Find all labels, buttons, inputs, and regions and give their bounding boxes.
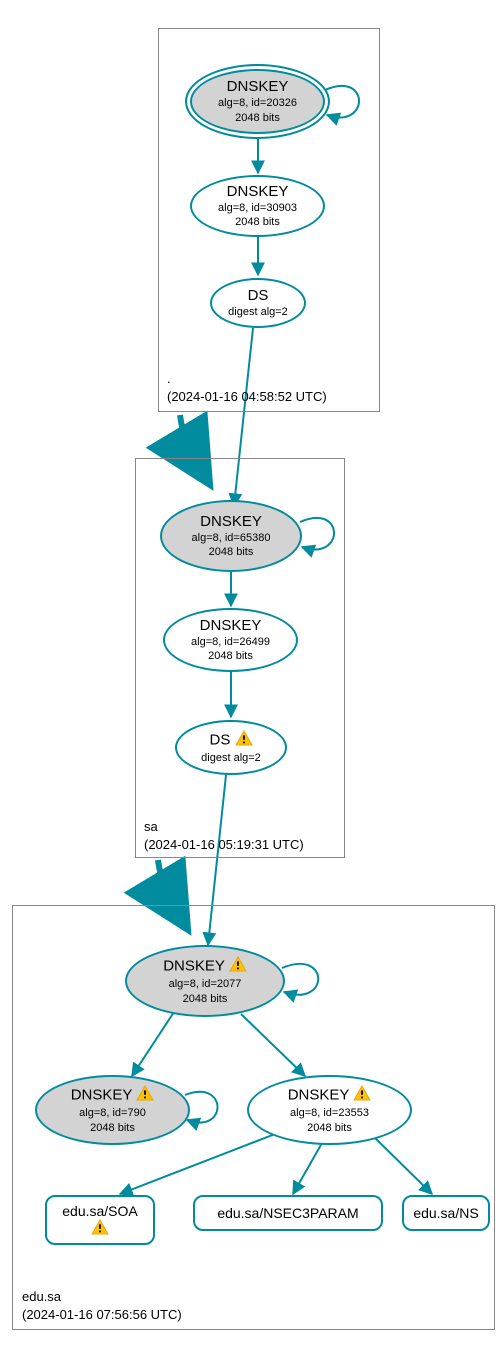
- zone-edusa-name: edu.sa: [22, 1289, 61, 1304]
- warning-icon: [229, 956, 247, 977]
- edusa-dnskey-zsk-title: DNSKEY: [249, 1085, 410, 1106]
- sa-dnskey-zsk-bits: 2048 bits: [165, 649, 296, 663]
- edusa-dnskey-ksk-bits: 2048 bits: [127, 992, 283, 1006]
- edusa-dnskey-ksk-title: DNSKEY: [127, 956, 283, 977]
- root-dnskey-ksk-alg: alg=8, id=20326: [187, 96, 328, 110]
- sa-dnskey-zsk-title: DNSKEY: [165, 617, 296, 635]
- edusa-dnskey-ksk-alg: alg=8, id=2077: [127, 977, 283, 991]
- edusa-dnskey-790-alg: alg=8, id=790: [37, 1106, 188, 1120]
- zone-root-timestamp: (2024-01-16 04:58:52 UTC): [167, 389, 327, 404]
- edusa-dnskey-790-node: DNSKEY alg=8, id=790 2048 bits: [35, 1075, 190, 1145]
- root-ds-node: DS digest alg=2: [210, 278, 306, 328]
- root-dnskey-zsk-alg: alg=8, id=30903: [192, 201, 323, 215]
- sa-dnskey-ksk-node: DNSKEY alg=8, id=65380 2048 bits: [160, 500, 302, 572]
- sa-dnskey-zsk-node: DNSKEY alg=8, id=26499 2048 bits: [163, 608, 298, 672]
- zone-sa-name: sa: [144, 819, 158, 834]
- zone-sa-timestamp: (2024-01-16 05:19:31 UTC): [144, 837, 304, 852]
- edusa-soa-label: edu.sa/SOA: [47, 1203, 153, 1219]
- edusa-nsec3param-node: edu.sa/NSEC3PARAM: [193, 1195, 383, 1231]
- root-ds-digest: digest alg=2: [212, 305, 304, 319]
- warning-icon: [235, 730, 253, 751]
- edusa-dnskey-zsk-node: DNSKEY alg=8, id=23553 2048 bits: [247, 1075, 412, 1145]
- edusa-dnskey-zsk-alg: alg=8, id=23553: [249, 1106, 410, 1120]
- edusa-dnskey-ksk-node: DNSKEY alg=8, id=2077 2048 bits: [125, 945, 285, 1017]
- sa-dnskey-ksk-bits: 2048 bits: [162, 545, 300, 559]
- edusa-ns-node: edu.sa/NS: [402, 1195, 490, 1231]
- edusa-dnskey-790-title: DNSKEY: [37, 1085, 188, 1106]
- root-ds-title: DS: [212, 287, 304, 305]
- zone-sa-label: sa (2024-01-16 05:19:31 UTC): [144, 818, 304, 854]
- sa-ds-title: DS: [177, 730, 285, 751]
- zone-edusa-label: edu.sa (2024-01-16 07:56:56 UTC): [22, 1288, 182, 1324]
- root-dnskey-ksk-bits: 2048 bits: [187, 111, 328, 125]
- edusa-nsec3param-label: edu.sa/NSEC3PARAM: [195, 1205, 381, 1221]
- sa-ds-digest: digest alg=2: [177, 751, 285, 765]
- sa-dnskey-ksk-alg: alg=8, id=65380: [162, 531, 300, 545]
- zone-root-label: . (2024-01-16 04:58:52 UTC): [167, 370, 327, 406]
- root-dnskey-zsk-bits: 2048 bits: [192, 215, 323, 229]
- sa-dnskey-ksk-title: DNSKEY: [162, 513, 300, 531]
- root-dnskey-zsk-node: DNSKEY alg=8, id=30903 2048 bits: [190, 175, 325, 237]
- root-dnskey-ksk-title: DNSKEY: [187, 78, 328, 96]
- edusa-dnskey-790-bits: 2048 bits: [37, 1121, 188, 1135]
- zone-edusa-timestamp: (2024-01-16 07:56:56 UTC): [22, 1307, 182, 1322]
- edusa-ns-label: edu.sa/NS: [404, 1205, 488, 1221]
- sa-dnskey-zsk-alg: alg=8, id=26499: [165, 635, 296, 649]
- edusa-soa-node: edu.sa/SOA: [45, 1195, 155, 1245]
- root-dnskey-ksk-node: DNSKEY alg=8, id=20326 2048 bits: [185, 64, 330, 139]
- warning-icon: [47, 1219, 153, 1238]
- warning-icon: [353, 1085, 371, 1106]
- root-dnskey-zsk-title: DNSKEY: [192, 183, 323, 201]
- sa-ds-node: DS digest alg=2: [175, 720, 287, 775]
- warning-icon: [136, 1085, 154, 1106]
- zone-root-name: .: [167, 371, 171, 386]
- edusa-dnskey-zsk-bits: 2048 bits: [249, 1121, 410, 1135]
